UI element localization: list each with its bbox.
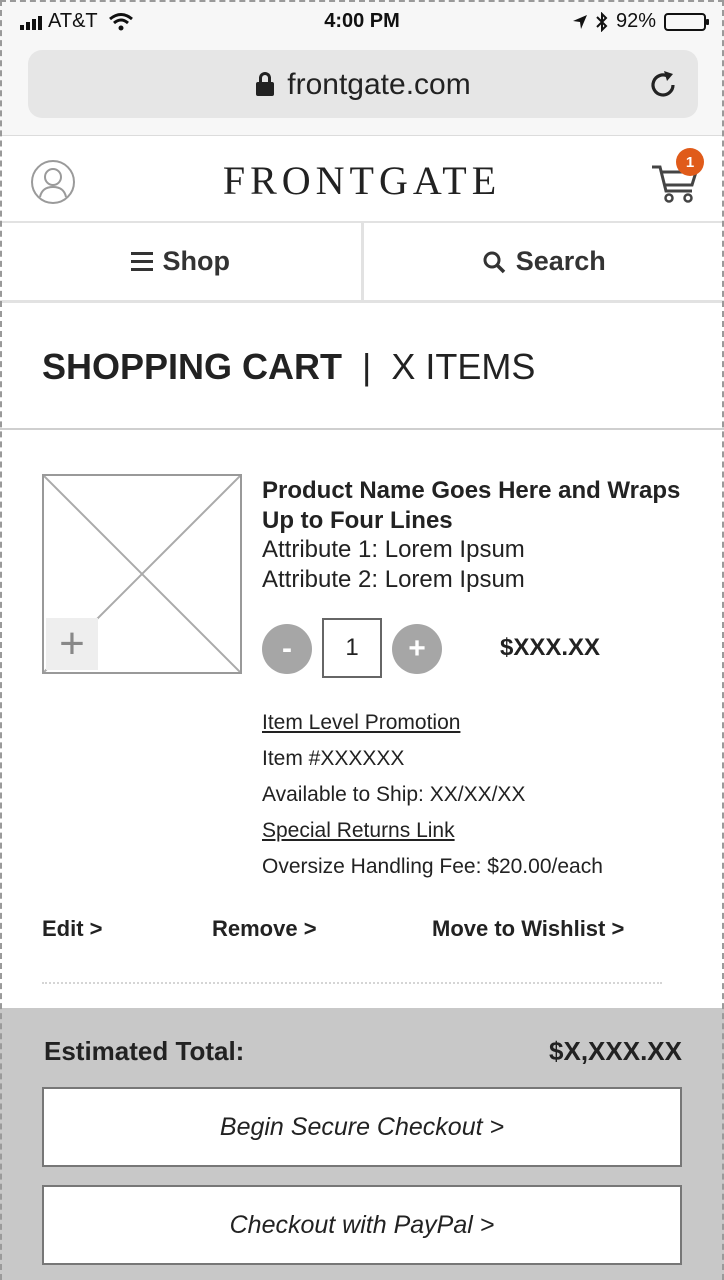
menu-icon (130, 252, 153, 271)
status-bar: AT&T 4:00 PM 92% (0, 0, 724, 44)
product-image-placeholder[interactable]: + (42, 474, 242, 674)
cart-item-count: X ITEMS (391, 346, 536, 387)
main-nav: Shop Search (0, 223, 724, 303)
remove-item-link[interactable]: Remove > (212, 916, 317, 942)
search-icon (483, 251, 505, 273)
item-divider (42, 982, 662, 984)
url-text: frontgate.com (287, 68, 471, 101)
product-attribute-2: Attribute 2: Lorem Ipsum (262, 566, 525, 593)
lock-icon (255, 72, 275, 96)
product-attribute-1: Attribute 1: Lorem Ipsum (262, 536, 525, 563)
title-separator: | (362, 346, 372, 387)
battery-icon (664, 12, 709, 31)
status-right: 92% (572, 10, 709, 33)
item-number: Item #XXXXXX (262, 747, 405, 770)
item-promotion-link[interactable]: Item Level Promotion (262, 711, 460, 735)
image-zoom-button[interactable]: + (46, 618, 98, 670)
quantity-increment-button[interactable]: + (392, 624, 442, 674)
site-logo[interactable]: FRONTGATE (0, 157, 724, 204)
edit-item-link[interactable]: Edit > (42, 916, 103, 942)
page-title: SHOPPING CART | X ITEMS (42, 346, 535, 388)
divider (0, 428, 724, 430)
quantity-decrement-button[interactable]: - (262, 624, 312, 674)
paypal-checkout-button[interactable]: Checkout with PayPal > (42, 1185, 682, 1265)
nav-shop-label: Shop (162, 246, 231, 276)
url-display[interactable]: frontgate.com (28, 68, 698, 102)
product-name[interactable]: Product Name Goes Here and Wraps Up to F… (262, 476, 682, 536)
battery-percent: 92% (615, 10, 656, 32)
bluetooth-icon (596, 11, 608, 32)
move-to-wishlist-link[interactable]: Move to Wishlist > (432, 916, 624, 942)
special-returns-link[interactable]: Special Returns Link (262, 819, 455, 843)
nav-shop-button[interactable]: Shop (0, 223, 361, 300)
estimated-total-value: $X,XXX.XX (549, 1036, 682, 1066)
item-price: $XXX.XX (500, 634, 601, 661)
site-header: FRONTGATE 1 (0, 137, 724, 223)
estimated-total-label: Estimated Total: (44, 1036, 245, 1066)
location-arrow-icon (572, 14, 587, 29)
browser-chrome: frontgate.com (0, 44, 724, 136)
quantity-input[interactable]: 1 (322, 618, 382, 678)
cart-title: SHOPPING CART (42, 346, 343, 387)
nav-search-button[interactable]: Search (360, 223, 724, 300)
nav-search-label: Search (515, 246, 606, 276)
cart-count-badge: 1 (676, 148, 704, 176)
handling-fee: Oversize Handling Fee: $20.00/each (262, 855, 603, 878)
begin-checkout-button[interactable]: Begin Secure Checkout > (42, 1087, 682, 1167)
address-bar[interactable]: frontgate.com (28, 50, 698, 118)
reload-icon[interactable] (646, 68, 680, 102)
ship-availability: Available to Ship: XX/XX/XX (262, 783, 526, 806)
